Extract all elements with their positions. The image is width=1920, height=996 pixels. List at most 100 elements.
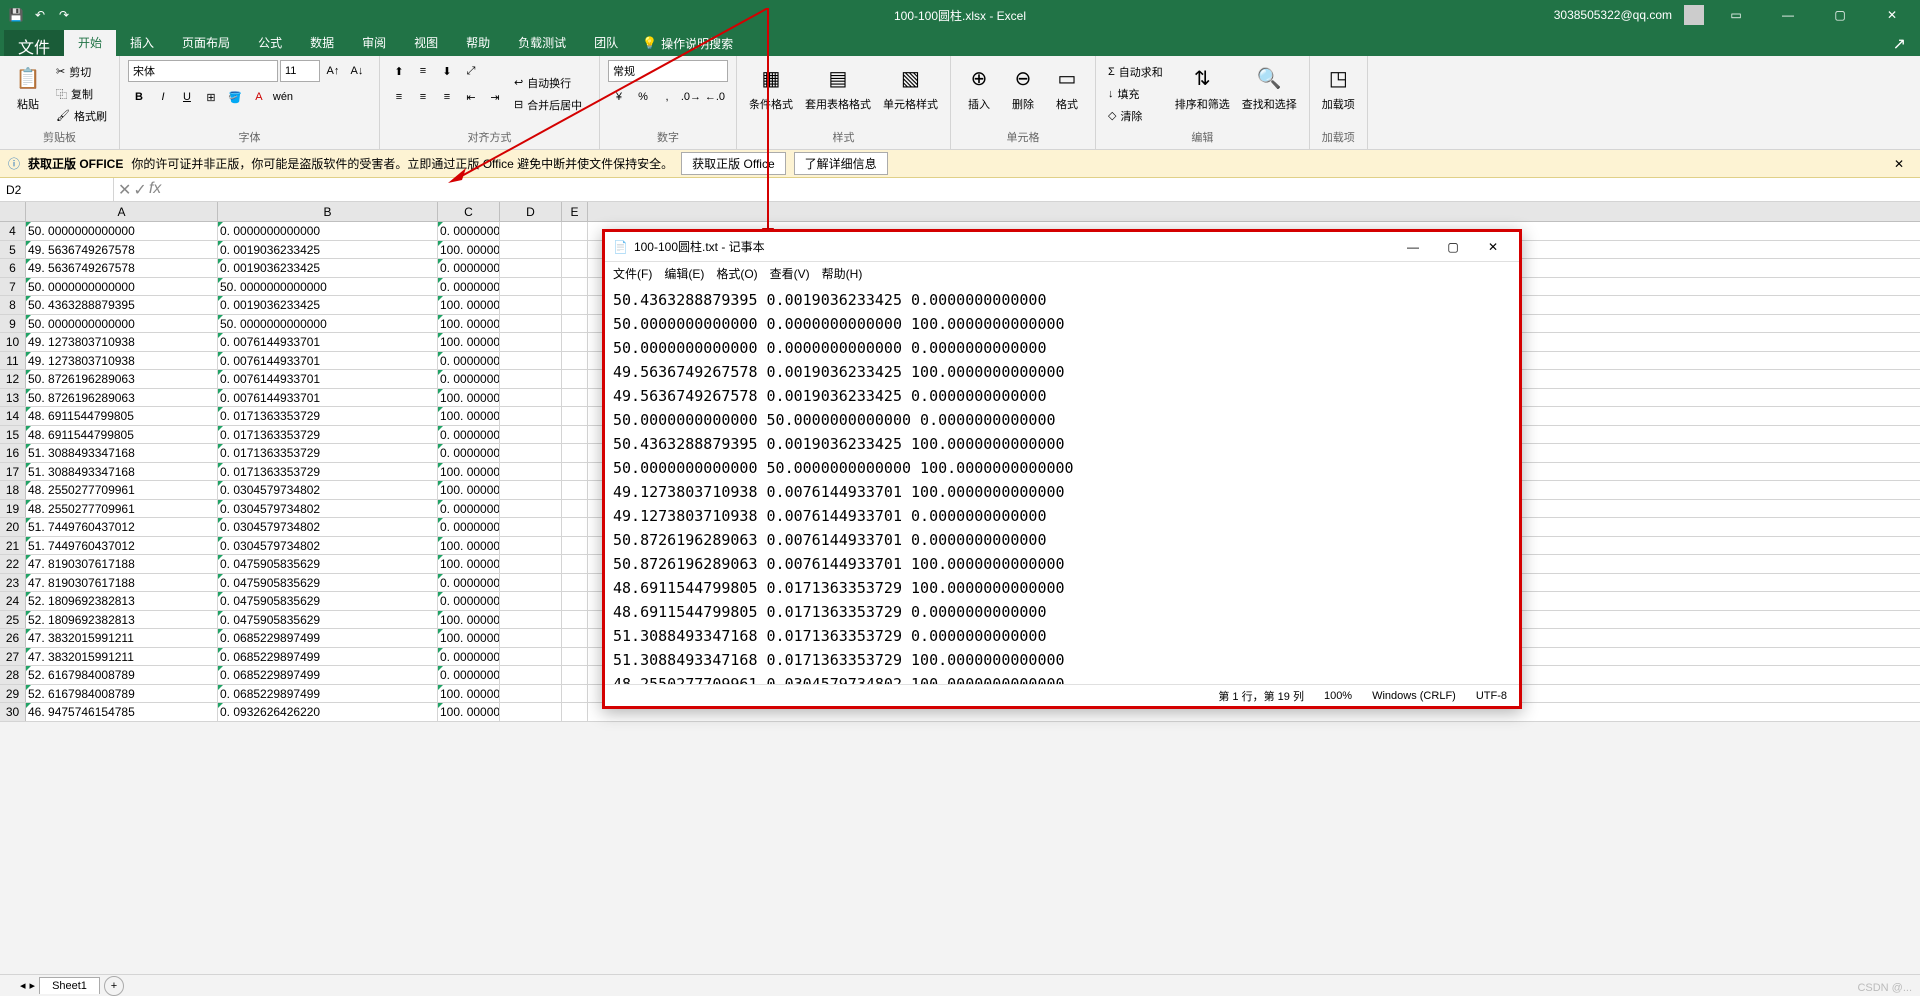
cell[interactable]: 100. 0000000000000 — [438, 703, 500, 721]
undo-icon[interactable]: ↶ — [32, 7, 48, 23]
license-close-icon[interactable]: ✕ — [1886, 157, 1912, 171]
cell[interactable] — [562, 296, 588, 314]
cell[interactable]: 100. 0000000000000 — [438, 685, 500, 703]
cell[interactable]: 0. 0076144933701 — [218, 352, 438, 370]
cell[interactable]: 47. 3832015991211 — [26, 629, 218, 647]
cell[interactable]: 0. 0685229897499 — [218, 666, 438, 684]
select-all-corner[interactable] — [0, 202, 26, 221]
cell[interactable] — [562, 481, 588, 499]
dec-decimal-icon[interactable]: ←.0 — [704, 86, 726, 108]
row-head[interactable]: 6 — [0, 259, 26, 277]
cell[interactable]: 100. 0000000000000 — [438, 537, 500, 555]
cell[interactable]: 0. 0000000000000 — [438, 592, 500, 610]
cell[interactable] — [562, 685, 588, 703]
cell[interactable] — [500, 592, 562, 610]
align-left-icon[interactable]: ≡ — [388, 86, 410, 108]
cell[interactable]: 50. 0000000000000 — [218, 278, 438, 296]
cell[interactable]: 0. 0171363353729 — [218, 463, 438, 481]
cell[interactable]: 100. 0000000000000 — [438, 555, 500, 573]
currency-icon[interactable]: ¥ — [608, 86, 630, 108]
add-sheet-button[interactable]: + — [104, 976, 124, 996]
cell[interactable]: 51. 7449760437012 — [26, 518, 218, 536]
cell[interactable]: 46. 9475746154785 — [26, 703, 218, 721]
align-top-icon[interactable]: ⬆ — [388, 60, 410, 82]
clear-button[interactable]: ◇清除 — [1104, 106, 1167, 126]
cell[interactable] — [500, 278, 562, 296]
np-menu-format[interactable]: 格式(O) — [716, 265, 757, 282]
col-head-d[interactable]: D — [500, 202, 562, 221]
get-office-button[interactable]: 获取正版 Office — [681, 152, 785, 175]
cell[interactable] — [500, 444, 562, 462]
cell[interactable]: 0. 0171363353729 — [218, 407, 438, 425]
font-name-combo[interactable]: 宋体 — [128, 60, 278, 82]
cell[interactable]: 0. 0171363353729 — [218, 444, 438, 462]
row-head[interactable]: 25 — [0, 611, 26, 629]
cell[interactable]: 100. 0000000000000 — [438, 333, 500, 351]
tab-home[interactable]: 开始 — [64, 30, 116, 56]
cell[interactable]: 0. 0475905835629 — [218, 574, 438, 592]
cell[interactable]: 48. 6911544799805 — [26, 426, 218, 444]
cell[interactable] — [500, 407, 562, 425]
cell[interactable]: 0. 0000000000000 — [438, 666, 500, 684]
cell[interactable]: 0. 0076144933701 — [218, 389, 438, 407]
cell[interactable] — [562, 518, 588, 536]
cell[interactable]: 0. 0000000000000 — [438, 352, 500, 370]
cell[interactable]: 48. 2550277709961 — [26, 500, 218, 518]
row-head[interactable]: 11 — [0, 352, 26, 370]
tab-file[interactable]: 文件 — [4, 30, 64, 56]
cell[interactable] — [562, 241, 588, 259]
cell[interactable] — [562, 259, 588, 277]
sheet-nav-prev-icon[interactable]: ◂ — [20, 979, 26, 992]
phonetic-button[interactable]: wén — [272, 86, 294, 108]
tab-help[interactable]: 帮助 — [452, 30, 504, 56]
cell[interactable]: 0. 0000000000000 — [438, 222, 500, 240]
cell[interactable]: 0. 0076144933701 — [218, 333, 438, 351]
cell[interactable]: 49. 5636749267578 — [26, 241, 218, 259]
np-maximize-icon[interactable]: ▢ — [1435, 240, 1471, 254]
cond-format-button[interactable]: ▦条件格式 — [745, 60, 797, 127]
col-head-c[interactable]: C — [438, 202, 500, 221]
cell[interactable]: 52. 6167984008789 — [26, 666, 218, 684]
cell[interactable]: 0. 0000000000000 — [218, 222, 438, 240]
cell[interactable] — [562, 574, 588, 592]
format-cells-button[interactable]: ▭格式 — [1047, 60, 1087, 127]
cell[interactable] — [562, 389, 588, 407]
cell[interactable] — [562, 500, 588, 518]
font-size-combo[interactable]: 11 — [280, 60, 320, 82]
sheet-nav-next-icon[interactable]: ▸ — [30, 979, 36, 992]
comma-icon[interactable]: , — [656, 86, 678, 108]
cell[interactable]: 0. 0304579734802 — [218, 537, 438, 555]
row-head[interactable]: 17 — [0, 463, 26, 481]
col-head-e[interactable]: E — [562, 202, 588, 221]
cell[interactable]: 0. 0019036233425 — [218, 259, 438, 277]
maximize-icon[interactable]: ▢ — [1820, 0, 1860, 30]
cell-styles-button[interactable]: ▧单元格样式 — [879, 60, 942, 127]
cell[interactable] — [562, 463, 588, 481]
tab-formulas[interactable]: 公式 — [244, 30, 296, 56]
cell[interactable]: 48. 6911544799805 — [26, 407, 218, 425]
cell[interactable] — [562, 333, 588, 351]
ribbon-options-icon[interactable]: ▭ — [1716, 0, 1756, 30]
enter-fx-icon[interactable]: ✓ — [133, 180, 146, 200]
cell[interactable] — [562, 703, 588, 721]
row-head[interactable]: 9 — [0, 315, 26, 333]
cell[interactable]: 50. 4363288879395 — [26, 296, 218, 314]
cell[interactable] — [562, 370, 588, 388]
copy-button[interactable]: ⿻复制 — [52, 84, 111, 104]
cell[interactable]: 50. 0000000000000 — [26, 315, 218, 333]
share-button[interactable]: ↗ — [1879, 30, 1920, 56]
fill-button[interactable]: ↓填充 — [1104, 84, 1167, 104]
number-format-combo[interactable]: 常规 — [608, 60, 728, 82]
cell[interactable]: 0. 0000000000000 — [438, 426, 500, 444]
col-head-b[interactable]: B — [218, 202, 438, 221]
cell[interactable] — [500, 315, 562, 333]
cell[interactable]: 49. 5636749267578 — [26, 259, 218, 277]
np-close-icon[interactable]: ✕ — [1475, 240, 1511, 254]
fx-icon[interactable]: fx — [149, 180, 161, 200]
notepad-body[interactable]: 50.4363288879395 0.0019036233425 0.00000… — [605, 284, 1519, 684]
cell[interactable] — [500, 333, 562, 351]
learn-more-button[interactable]: 了解详细信息 — [794, 152, 888, 175]
bold-button[interactable]: B — [128, 86, 150, 108]
cell[interactable]: 0. 0685229897499 — [218, 648, 438, 666]
tab-data[interactable]: 数据 — [296, 30, 348, 56]
